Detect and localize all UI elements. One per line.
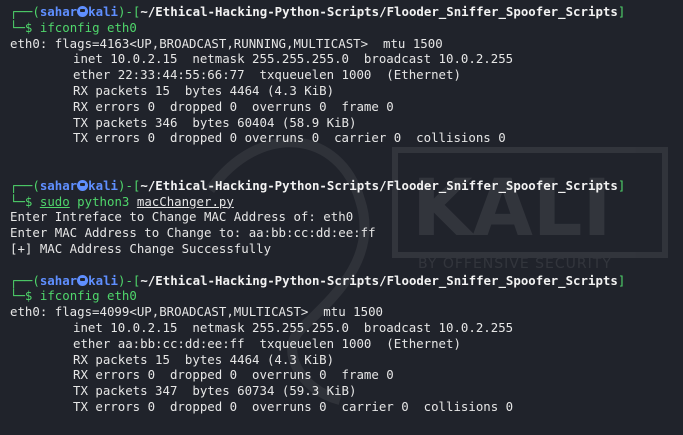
command-text: ifconfig eth0 bbox=[39, 288, 137, 304]
kali-skull-icon bbox=[77, 274, 89, 286]
command-line-2: └─$ sudo python3 macChanger.py bbox=[10, 193, 234, 209]
kali-skull-icon bbox=[77, 6, 89, 17]
output-line: TX errors 0 dropped 0 overruns 0 carrier… bbox=[73, 398, 514, 414]
output-line: RX errors 0 dropped 0 overruns 0 frame 0 bbox=[73, 367, 394, 383]
output-line: RX packets 15 bytes 4464 (4.3 KiB) bbox=[73, 351, 335, 367]
command-line-1: └─$ ifconfig eth0 bbox=[10, 19, 137, 35]
output-line: eth0: flags=4099<UP,BROADCAST,MULTICAST>… bbox=[10, 304, 383, 320]
command-text: ifconfig eth0 bbox=[39, 19, 137, 35]
output-line: RX packets 15 bytes 4464 (4.3 KiB) bbox=[73, 82, 335, 98]
output-line: TX errors 0 dropped 0 overruns 0 carrier… bbox=[73, 130, 506, 146]
output-line: Enter Intreface to Change MAC Address of… bbox=[10, 209, 354, 225]
output-line: TX packets 347 bytes 60734 (59.3 KiB) bbox=[73, 383, 357, 399]
kali-skull-icon bbox=[77, 179, 89, 191]
command-program: python3 bbox=[77, 193, 130, 209]
output-line: inet 10.0.2.15 netmask 255.255.255.0 bro… bbox=[73, 51, 514, 67]
output-line: eth0: flags=4163<UP,BROADCAST,RUNNING,MU… bbox=[10, 35, 443, 51]
output-line: [+] MAC Address Change Successfully bbox=[10, 240, 272, 256]
output-line: ether aa:bb:cc:dd:ee:ff txqueuelen 1000 … bbox=[73, 335, 461, 351]
output-line: RX errors 0 dropped 0 overruns 0 frame 0 bbox=[73, 98, 394, 114]
output-line: inet 10.0.2.15 netmask 255.255.255.0 bro… bbox=[73, 319, 514, 335]
prompt-line-3: ┌──(sahar kali)-[~/Ethical-Hacking-Python… bbox=[10, 272, 626, 288]
command-sudo: sudo bbox=[39, 193, 70, 209]
cwd-path: ~/Ethical-Hacking-Python-Scripts/Flooder… bbox=[140, 272, 618, 288]
output-line: TX packets 346 bytes 60404 (58.9 KiB) bbox=[73, 114, 357, 130]
prompt-line-1: ┌──(sahar kali)-[~/Ethical-Hacking-Python… bbox=[10, 4, 626, 19]
cwd-path: ~/Ethical-Hacking-Python-Scripts/Flooder… bbox=[140, 4, 618, 19]
cwd-path: ~/Ethical-Hacking-Python-Scripts/Flooder… bbox=[140, 177, 618, 193]
command-script-file: macChanger.py bbox=[136, 193, 234, 209]
prompt-line-2: ┌──(sahar kali)-[~/Ethical-Hacking-Python… bbox=[10, 177, 626, 193]
command-line-3: └─$ ifconfig eth0 bbox=[10, 288, 137, 304]
output-line: Enter MAC Address to Change to: aa:bb:cc… bbox=[10, 225, 376, 241]
output-line: ether 22:33:44:55:66:77 txqueuelen 1000 … bbox=[73, 67, 461, 83]
terminal-output[interactable]: ┌──(sahar kali)-[~/Ethical-Hacking-Python… bbox=[10, 4, 683, 415]
